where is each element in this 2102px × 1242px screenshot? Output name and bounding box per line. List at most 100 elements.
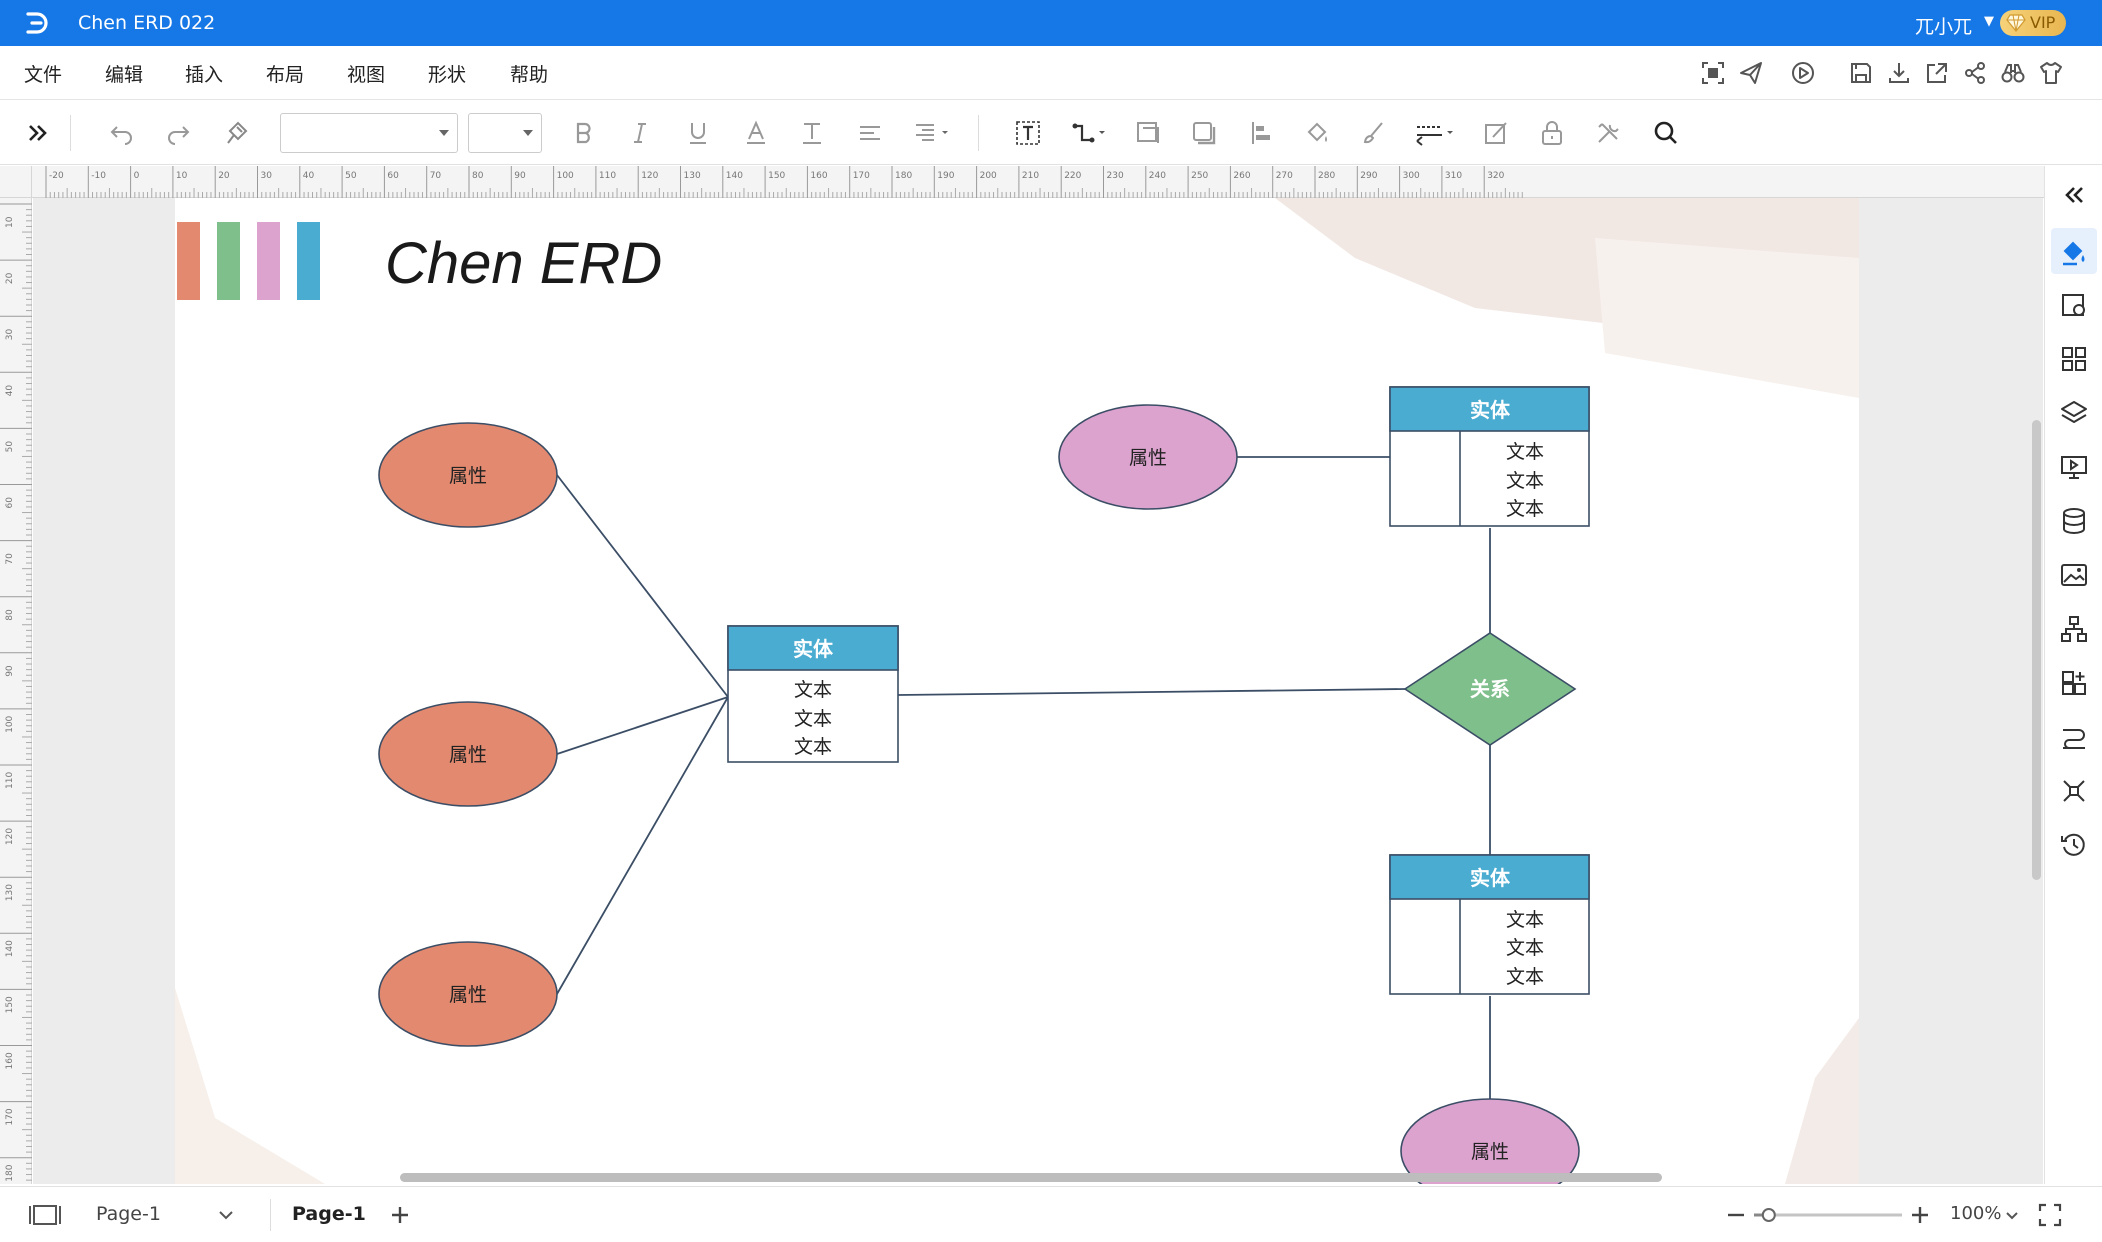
chevron-down-icon[interactable] xyxy=(212,1201,240,1229)
menu-edit[interactable]: 编辑 xyxy=(105,60,143,87)
vertical-scrollbar[interactable] xyxy=(2032,420,2041,880)
green-swatch[interactable] xyxy=(217,222,240,300)
entity-node[interactable]: 实体 文本 文本 文本 xyxy=(1389,854,1590,995)
italic-icon[interactable] xyxy=(626,119,654,147)
menu-file[interactable]: 文件 xyxy=(24,60,62,87)
underline-icon[interactable] xyxy=(684,119,712,147)
layers-icon[interactable] xyxy=(2059,398,2089,428)
relationship-node[interactable]: 关系 xyxy=(1403,632,1577,746)
connector-style-icon[interactable] xyxy=(2059,722,2089,752)
undo-icon[interactable] xyxy=(108,119,136,147)
attribute-node[interactable]: 属性 xyxy=(1400,1098,1580,1184)
font-family-select[interactable] xyxy=(280,113,458,153)
canvas-area[interactable]: Chen ERD 属性 属性 属性 属性 属性 实体 文本 文本 文本 实体 文… xyxy=(33,198,2043,1184)
play-icon[interactable] xyxy=(1790,60,1816,86)
save-icon[interactable] xyxy=(1848,60,1874,86)
connector-line[interactable] xyxy=(897,688,1406,696)
line-spacing-icon[interactable] xyxy=(912,119,952,147)
vertical-ruler[interactable]: 10 20 30 40 50 60 70 80 90 100 110 120 130 140 150 160 1… xyxy=(0,198,32,1209)
attribute-node[interactable]: 属性 xyxy=(378,941,558,1047)
menu-view[interactable]: 视图 xyxy=(347,60,385,87)
attribute-node[interactable]: 属性 xyxy=(1058,404,1238,510)
zoom-out-icon[interactable] xyxy=(1722,1201,1750,1229)
horizontal-scrollbar[interactable] xyxy=(400,1173,1662,1182)
history-icon[interactable] xyxy=(2059,830,2089,860)
connector-line[interactable] xyxy=(556,696,729,995)
ruler-label: 220 xyxy=(1064,171,1081,181)
tshirt-icon[interactable] xyxy=(2038,60,2064,86)
fill-style-icon[interactable] xyxy=(2059,236,2089,266)
font-color-icon[interactable] xyxy=(742,119,770,147)
user-name[interactable]: 兀小兀 xyxy=(1915,12,1972,39)
zoom-in-icon[interactable] xyxy=(1906,1201,1934,1229)
blue-swatch[interactable] xyxy=(297,222,320,300)
line-style-icon[interactable] xyxy=(1414,119,1458,147)
tab-page-1[interactable]: Page-1 xyxy=(292,1203,366,1225)
format-painter-icon[interactable] xyxy=(224,119,252,147)
menu-layout[interactable]: 布局 xyxy=(266,60,304,87)
app-logo-icon[interactable] xyxy=(22,9,50,37)
expand-panel-icon[interactable] xyxy=(24,119,52,147)
align-icon[interactable] xyxy=(856,119,884,147)
image-icon[interactable] xyxy=(2059,560,2089,590)
zoom-slider-handle[interactable] xyxy=(1761,1208,1776,1222)
zoom-level[interactable]: 100% xyxy=(1950,1203,2001,1224)
fill-bucket-icon[interactable] xyxy=(1304,119,1332,147)
search-icon[interactable] xyxy=(1652,119,1680,147)
zoom-slider[interactable] xyxy=(1752,1205,1904,1225)
connector-line[interactable] xyxy=(556,696,729,755)
lock-icon[interactable] xyxy=(1538,119,1566,147)
distribute-icon[interactable] xyxy=(1248,119,1276,147)
bold-icon[interactable] xyxy=(570,119,598,147)
font-size-select[interactable] xyxy=(468,113,542,153)
binoculars-icon[interactable] xyxy=(2000,60,2026,86)
share-icon[interactable] xyxy=(1962,60,1988,86)
fullscreen-icon[interactable] xyxy=(2036,1201,2064,1229)
attribute-node[interactable]: 属性 xyxy=(378,422,558,528)
download-icon[interactable] xyxy=(1886,60,1912,86)
connector-line[interactable] xyxy=(556,474,729,698)
presentation-icon[interactable] xyxy=(2059,452,2089,482)
menu-insert[interactable]: 插入 xyxy=(185,60,223,87)
org-chart-icon[interactable] xyxy=(2059,614,2089,644)
entity-node[interactable]: 实体 文本 文本 文本 xyxy=(727,625,899,763)
text-box-icon[interactable] xyxy=(1014,119,1042,147)
drawing-page[interactable]: Chen ERD 属性 属性 属性 属性 属性 实体 文本 文本 文本 实体 文… xyxy=(175,198,1859,1184)
add-page-icon[interactable] xyxy=(386,1201,414,1229)
page-settings-icon[interactable] xyxy=(2059,290,2089,320)
zoom-dropdown-chevron-icon[interactable] xyxy=(2002,1201,2022,1229)
diagram-title[interactable]: Chen ERD xyxy=(385,231,662,296)
redo-icon[interactable] xyxy=(164,119,192,147)
page-view-icon[interactable] xyxy=(28,1201,62,1229)
user-menu-caret-icon[interactable]: ▼ xyxy=(1984,14,1994,29)
fit-screen-icon[interactable] xyxy=(1700,60,1726,86)
mind-map-icon[interactable] xyxy=(2059,776,2089,806)
connector-icon[interactable] xyxy=(1070,119,1110,147)
ruler-label: 70 xyxy=(5,553,15,565)
bring-front-icon[interactable] xyxy=(1134,119,1162,147)
menu-bar: 文件 编辑 插入 布局 视图 形状 帮助 xyxy=(0,46,2102,100)
add-shape-icon[interactable] xyxy=(2059,668,2089,698)
vip-badge[interactable]: VIP xyxy=(2000,10,2066,36)
orange-swatch[interactable] xyxy=(177,222,200,300)
shadow-icon[interactable] xyxy=(1190,119,1218,147)
entity-node[interactable]: 实体 文本 文本 文本 xyxy=(1389,386,1590,527)
attribute-label: 属性 xyxy=(1129,447,1167,469)
text-style-icon[interactable] xyxy=(798,119,826,147)
database-icon[interactable] xyxy=(2059,506,2089,536)
shapes-library-icon[interactable] xyxy=(2059,344,2089,374)
collapse-panel-icon[interactable] xyxy=(2059,180,2089,210)
edit-shape-icon[interactable] xyxy=(1482,119,1510,147)
ruler-label: 90 xyxy=(5,665,15,677)
horizontal-ruler[interactable]: -20 -10 0 10 20 30 40 50 60 70 80 90 100 110 120 130 140… xyxy=(32,166,2044,198)
menu-help[interactable]: 帮助 xyxy=(510,60,548,87)
export-icon[interactable] xyxy=(1924,60,1950,86)
send-icon[interactable] xyxy=(1738,60,1764,86)
attribute-node[interactable]: 属性 xyxy=(378,701,558,807)
menu-shape[interactable]: 形状 xyxy=(428,60,466,87)
page-selector[interactable]: Page-1 xyxy=(96,1203,161,1225)
tools-icon[interactable] xyxy=(1594,119,1622,147)
pink-swatch[interactable] xyxy=(257,222,280,300)
brush-icon[interactable] xyxy=(1360,119,1388,147)
ruler-label: 20 xyxy=(5,272,15,284)
